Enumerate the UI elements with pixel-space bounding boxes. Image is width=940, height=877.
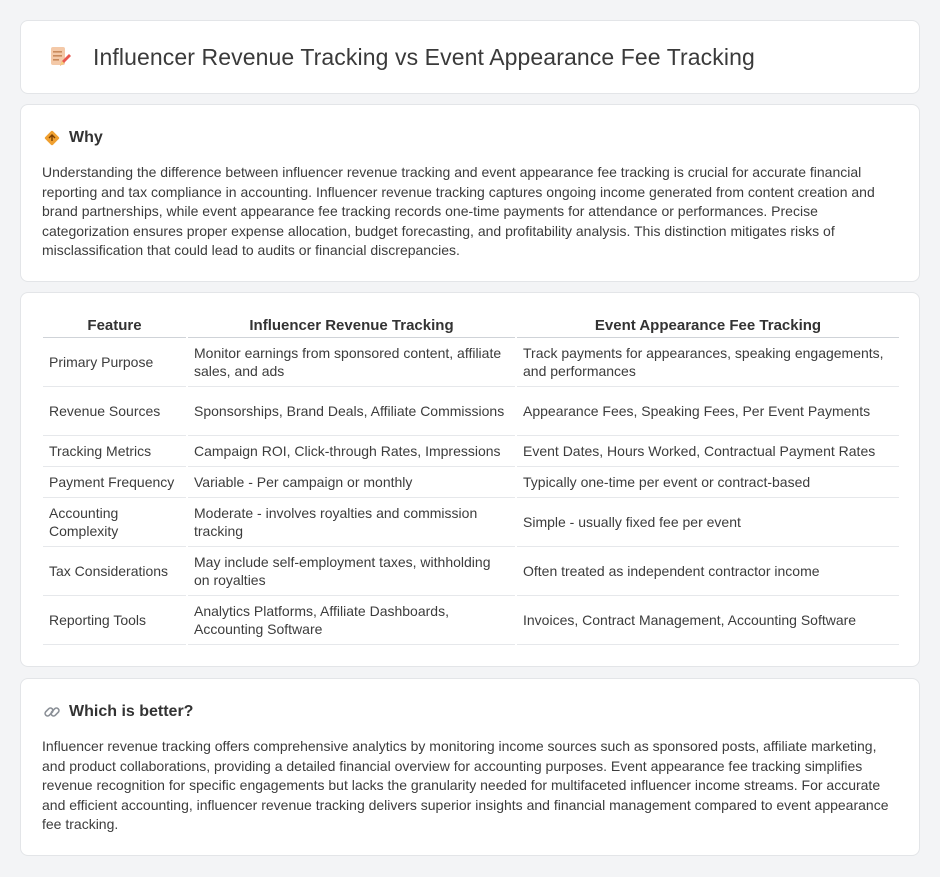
why-section: Why Understanding the difference between… [20, 104, 920, 282]
table-row: Primary Purpose Monitor earnings from sp… [43, 337, 899, 387]
table-row: Tracking Metrics Campaign ROI, Click-thr… [43, 435, 899, 467]
table-row: Accounting Complexity Moderate - involve… [43, 497, 899, 547]
event-cell: Track payments for appearances, speaking… [515, 337, 899, 387]
comparison-card: Feature Influencer Revenue Tracking Even… [20, 292, 920, 667]
document-pencil-icon [47, 44, 73, 70]
feature-cell: Payment Frequency [43, 466, 187, 498]
table-row: Tax Considerations May include self-empl… [43, 546, 899, 596]
influencer-cell: Campaign ROI, Click-through Rates, Impre… [186, 435, 516, 467]
feature-cell: Tracking Metrics [43, 435, 187, 467]
link-icon [43, 703, 61, 721]
influencer-cell: Sponsorships, Brand Deals, Affiliate Com… [186, 386, 516, 436]
header-influencer: Influencer Revenue Tracking [186, 315, 516, 338]
table-row: Reporting Tools Analytics Platforms, Aff… [43, 595, 899, 645]
which-better-heading: Which is better? [69, 703, 194, 720]
title-card: Influencer Revenue Tracking vs Event App… [20, 20, 920, 94]
feature-cell: Tax Considerations [43, 546, 187, 596]
feature-cell: Accounting Complexity [43, 497, 187, 547]
influencer-cell: Analytics Platforms, Affiliate Dashboard… [186, 595, 516, 645]
event-cell: Simple - usually fixed fee per event [515, 497, 899, 547]
event-cell: Typically one-time per event or contract… [515, 466, 899, 498]
influencer-cell: Variable - Per campaign or monthly [186, 466, 516, 498]
event-cell: Appearance Fees, Speaking Fees, Per Even… [515, 386, 899, 436]
header-event: Event Appearance Fee Tracking [515, 315, 899, 338]
event-cell: Event Dates, Hours Worked, Contractual P… [515, 435, 899, 467]
feature-cell: Reporting Tools [43, 595, 187, 645]
influencer-cell: Moderate - involves royalties and commis… [186, 497, 516, 547]
header-feature: Feature [43, 315, 187, 338]
influencer-cell: Monitor earnings from sponsored content,… [186, 337, 516, 387]
influencer-cell: May include self-employment taxes, withh… [186, 546, 516, 596]
table-row: Payment Frequency Variable - Per campaig… [43, 466, 899, 498]
page-title: Influencer Revenue Tracking vs Event App… [93, 43, 755, 70]
feature-cell: Revenue Sources [43, 386, 187, 436]
which-better-text: Influencer revenue tracking offers compr… [42, 738, 889, 833]
why-heading: Why [69, 129, 103, 146]
table-row: Revenue Sources Sponsorships, Brand Deal… [43, 386, 899, 436]
event-cell: Often treated as independent contractor … [515, 546, 899, 596]
feature-cell: Primary Purpose [43, 337, 187, 387]
comparison-table: Feature Influencer Revenue Tracking Even… [43, 315, 899, 645]
event-cell: Invoices, Contract Management, Accountin… [515, 595, 899, 645]
why-text: Understanding the difference between inf… [42, 164, 875, 259]
table-header-row: Feature Influencer Revenue Tracking Even… [43, 315, 899, 338]
diamond-arrows-icon [43, 129, 61, 147]
which-better-section: Which is better? Influencer revenue trac… [20, 678, 920, 856]
